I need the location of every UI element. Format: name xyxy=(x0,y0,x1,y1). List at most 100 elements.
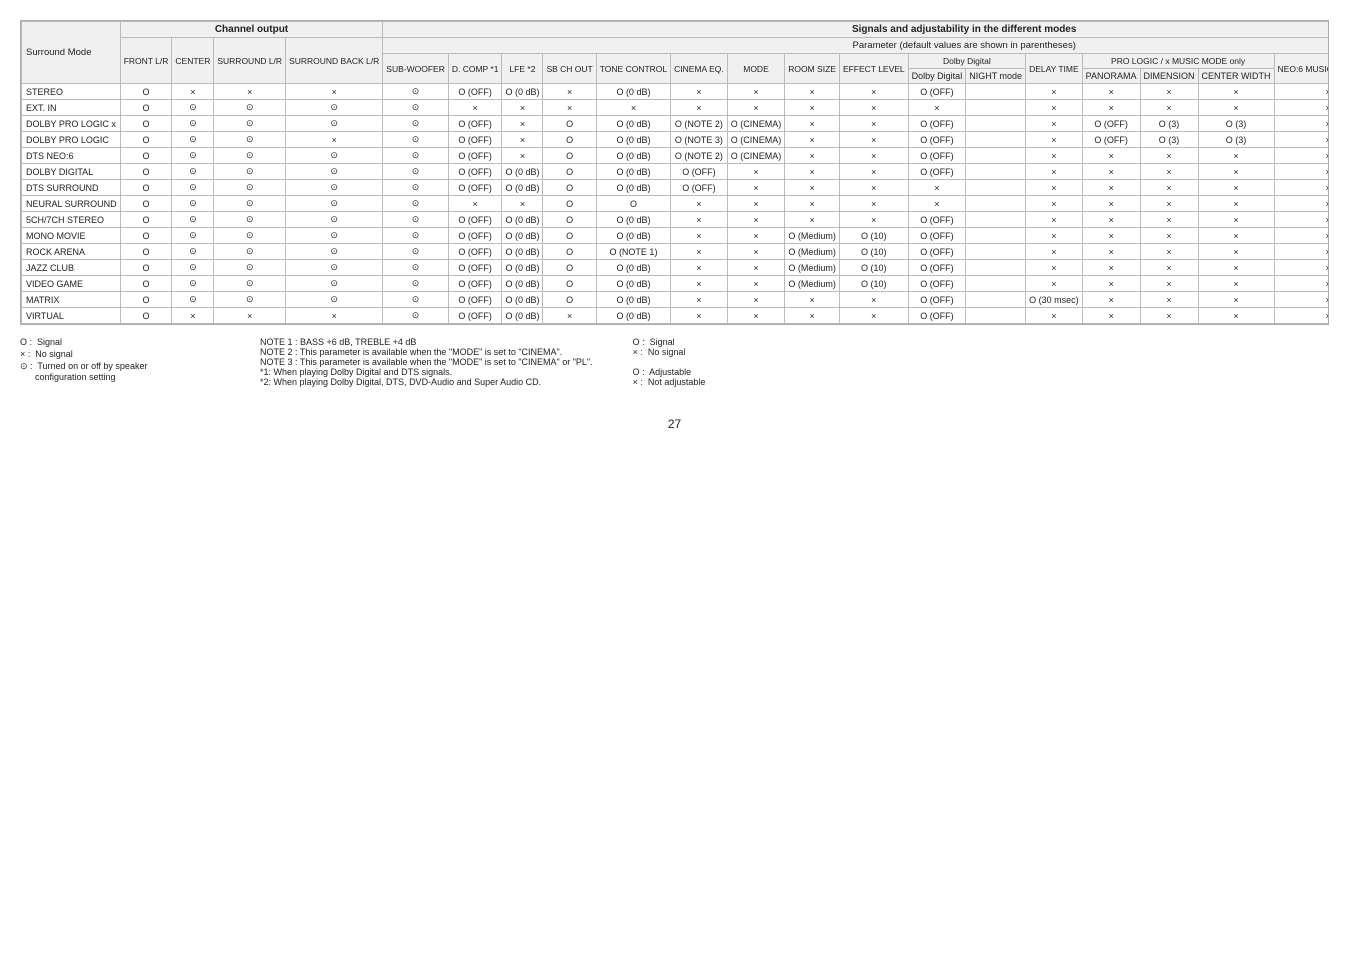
cell-dimension: × xyxy=(1140,164,1198,180)
cell-surround: ⊙ xyxy=(214,148,286,164)
cell-cinema_eq: × xyxy=(671,196,728,212)
cell-delay_time: O (30 msec) xyxy=(1026,292,1083,308)
cell-dimension: × xyxy=(1140,292,1198,308)
cell-surround: ⊙ xyxy=(214,116,286,132)
dimension-header: DIMENSION xyxy=(1140,69,1198,84)
cell-delay_time: × xyxy=(1026,164,1083,180)
cell-delay_time: × xyxy=(1026,228,1083,244)
cell-cinema_eq: × xyxy=(671,84,728,100)
cell-room_size: × xyxy=(785,132,840,148)
cell-tone_control: O (0 dB) xyxy=(596,164,670,180)
cell-front: O xyxy=(120,148,172,164)
legend-left: O : Signal × : No signal ⊙ : Turned on o… xyxy=(20,337,220,384)
cell-name: JAZZ CLUB xyxy=(22,260,121,276)
cell-sub_woofer: ⊙ xyxy=(383,100,449,116)
cell-surround_back: ⊙ xyxy=(286,244,383,260)
cell-center_width: × xyxy=(1198,212,1274,228)
cell-dimension: × xyxy=(1140,308,1198,324)
cell-dolby_digital: O (OFF) xyxy=(908,132,966,148)
cell-sb_ch_out: O xyxy=(543,260,596,276)
cell-front: O xyxy=(120,196,172,212)
cell-room_size: O (Medium) xyxy=(785,228,840,244)
cell-cinema_eq: × xyxy=(671,212,728,228)
cell-center_width: × xyxy=(1198,84,1274,100)
cell-mode: O (CINEMA) xyxy=(727,116,785,132)
cell-tone_control: O xyxy=(596,196,670,212)
cell-surround_back: ⊙ xyxy=(286,292,383,308)
cell-sb_ch_out: O xyxy=(543,148,596,164)
cell-d_comp: O (OFF) xyxy=(448,228,502,244)
table-row: MATRIXO⊙⊙⊙⊙O (OFF)O (0 dB)OO (0 dB)××××O… xyxy=(22,292,1330,308)
cell-name: ROCK ARENA xyxy=(22,244,121,260)
cell-cinema_eq: O (NOTE 3) xyxy=(671,132,728,148)
neo6-music-header: NEO:6 MUSIC MODE only xyxy=(1274,54,1329,84)
cell-center: ⊙ xyxy=(172,132,214,148)
cell-center: ⊙ xyxy=(172,228,214,244)
legend-not-adjustable: × : Not adjustable xyxy=(633,377,813,387)
cell-sub_woofer: ⊙ xyxy=(383,132,449,148)
cell-dolby_digital: O (OFF) xyxy=(908,260,966,276)
cell-delay_time: × xyxy=(1026,84,1083,100)
cell-front: O xyxy=(120,212,172,228)
cell-night_mode xyxy=(966,180,1026,196)
cell-cinema_eq: × xyxy=(671,244,728,260)
cell-neo6_music: × xyxy=(1274,244,1329,260)
page-number: 27 xyxy=(20,417,1329,431)
cell-front: O xyxy=(120,84,172,100)
cell-dolby_digital: O (OFF) xyxy=(908,308,966,324)
legend-right-no-signal: × : No signal xyxy=(633,347,813,357)
cell-effect_level: O (10) xyxy=(839,228,908,244)
cell-sb_ch_out: × xyxy=(543,100,596,116)
cell-tone_control: O (0 dB) xyxy=(596,228,670,244)
cell-center: ⊙ xyxy=(172,260,214,276)
cell-surround_back: × xyxy=(286,84,383,100)
cell-surround: ⊙ xyxy=(214,196,286,212)
cell-night_mode xyxy=(966,308,1026,324)
cell-cinema_eq: × xyxy=(671,228,728,244)
cell-dolby_digital: × xyxy=(908,196,966,212)
cell-dolby_digital: O (OFF) xyxy=(908,244,966,260)
cell-dimension: O (3) xyxy=(1140,116,1198,132)
cell-lfe: O (0 dB) xyxy=(502,180,543,196)
cell-neo6_music: × xyxy=(1274,100,1329,116)
cell-name: NEURAL SURROUND xyxy=(22,196,121,212)
sub-woofer-header: SUB-WOOFER xyxy=(383,54,449,84)
cell-lfe: O (0 dB) xyxy=(502,84,543,100)
cell-surround_back: ⊙ xyxy=(286,276,383,292)
cell-name: VIDEO GAME xyxy=(22,276,121,292)
cell-tone_control: O (0 dB) xyxy=(596,180,670,196)
cell-lfe: O (0 dB) xyxy=(502,308,543,324)
table-row: MONO MOVIEO⊙⊙⊙⊙O (OFF)O (0 dB)OO (0 dB)×… xyxy=(22,228,1330,244)
cell-dimension: × xyxy=(1140,244,1198,260)
cell-d_comp: O (OFF) xyxy=(448,244,502,260)
table-row: VIDEO GAMEO⊙⊙⊙⊙O (OFF)O (0 dB)OO (0 dB)×… xyxy=(22,276,1330,292)
cell-dimension: × xyxy=(1140,212,1198,228)
legend-right-signal: O : Signal xyxy=(633,337,813,347)
cell-room_size: × xyxy=(785,196,840,212)
cell-sub_woofer: ⊙ xyxy=(383,244,449,260)
cell-name: DOLBY PRO LOGIC xyxy=(22,132,121,148)
cell-center_width: × xyxy=(1198,180,1274,196)
cell-center: ⊙ xyxy=(172,292,214,308)
cell-lfe: × xyxy=(502,148,543,164)
cell-center_width: × xyxy=(1198,308,1274,324)
surround-back-header: SURROUND BACK L/R xyxy=(286,38,383,84)
cell-front: O xyxy=(120,116,172,132)
table-row: DOLBY PRO LOGIC xO⊙⊙⊙⊙O (OFF)×OO (0 dB)O… xyxy=(22,116,1330,132)
cell-effect_level: × xyxy=(839,84,908,100)
cell-surround_back: ⊙ xyxy=(286,260,383,276)
table-row: DTS SURROUNDO⊙⊙⊙⊙O (OFF)O (0 dB)OO (0 dB… xyxy=(22,180,1330,196)
cell-mode: × xyxy=(727,244,785,260)
cell-night_mode xyxy=(966,260,1026,276)
table-row: DTS NEO:6O⊙⊙⊙⊙O (OFF)×OO (0 dB)O (NOTE 2… xyxy=(22,148,1330,164)
cell-tone_control: O (0 dB) xyxy=(596,260,670,276)
cell-d_comp: O (OFF) xyxy=(448,84,502,100)
cell-sb_ch_out: O xyxy=(543,276,596,292)
effect-level-header: EFFECT LEVEL xyxy=(839,54,908,84)
cell-tone_control: O (NOTE 1) xyxy=(596,244,670,260)
center-header: CENTER xyxy=(172,38,214,84)
cell-dolby_digital: O (OFF) xyxy=(908,276,966,292)
cell-effect_level: × xyxy=(839,196,908,212)
cell-delay_time: × xyxy=(1026,180,1083,196)
cell-cinema_eq: O (OFF) xyxy=(671,164,728,180)
